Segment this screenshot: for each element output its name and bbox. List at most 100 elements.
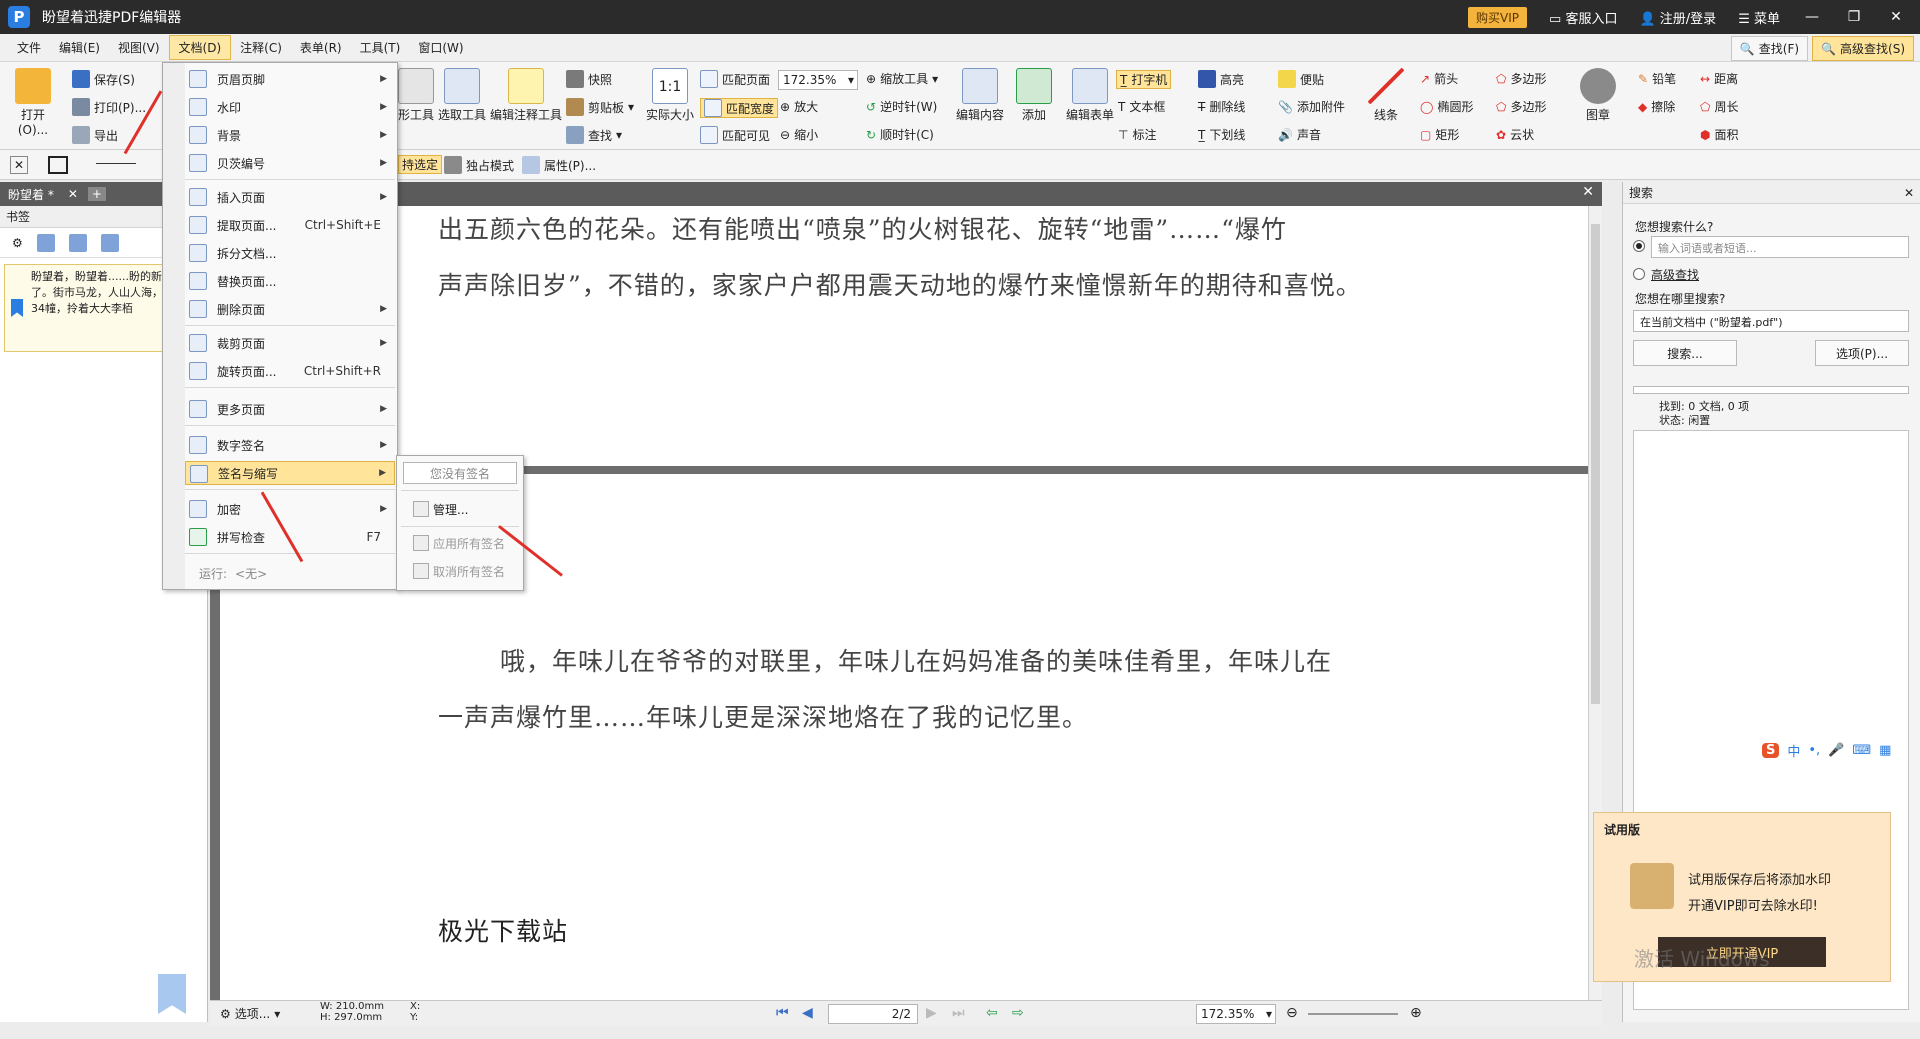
menu-item-encrypt[interactable]: 加密 ▶ [185,497,395,521]
menu-item-replace-page[interactable]: 替换页面... [185,269,395,293]
select-tool-button[interactable]: 选取工具 [436,68,488,123]
fit-page-button[interactable]: 匹配页面 [700,70,770,88]
line-button[interactable]: 线条 [1366,68,1406,123]
menu-view[interactable]: 视图(V) [109,36,169,59]
document-view[interactable]: ✕ 出五颜六色的花朵。还有能喷出“喷泉”的火树银花、旋转“地雷”……“爆竹 声声… [210,182,1602,1002]
forward-icon[interactable]: ⇨ [1012,1005,1024,1021]
menu-document[interactable]: 文档(D) [168,35,232,60]
fit-width-button[interactable]: 匹配宽度 [700,98,779,118]
search-scope-select[interactable]: 在当前文档中 ("盼望着.pdf") [1633,310,1909,332]
menu-item-extract-page[interactable]: 提取页面... Ctrl+Shift+E [185,213,395,237]
menu-item-watermark[interactable]: 水印 ▶ [185,95,395,119]
restore-icon[interactable]: ❐ [1844,9,1864,25]
add-button[interactable]: 添加 [1010,68,1058,123]
typewriter-button[interactable]: T̲ 打字机 [1116,70,1172,89]
ellipse-button[interactable]: ◯ 椭圆形 [1420,98,1473,115]
open-button[interactable]: 打开(O)... [8,68,58,137]
menu-item-digital-signature[interactable]: 数字签名 ▶ [185,433,395,457]
zoom-slider[interactable] [1308,1013,1398,1015]
submenu-item-manage[interactable]: 管理... [411,498,515,520]
back-icon[interactable]: ⇦ [986,1005,998,1021]
arrow-button[interactable]: ↗ 箭头 [1420,70,1458,87]
keyboard-icon[interactable]: ⌨ [1852,743,1871,758]
menu-button[interactable]: ☰ 菜单 [1738,8,1780,27]
search-button[interactable]: 搜索... [1633,340,1737,366]
page-number-input[interactable]: 2/2 [828,1004,918,1024]
menu-item-bates-numbering[interactable]: 贝茨编号 ▶ [185,151,395,175]
rotate-cw-button[interactable]: ↻ 顺时针(C) [866,126,934,143]
zoom-out-status-icon[interactable]: ⊖ [1286,1005,1298,1021]
line-style-icon[interactable] [96,163,136,164]
prev-page-icon[interactable]: ◀ [802,1005,813,1021]
first-page-icon[interactable]: ⏮ [776,1005,789,1021]
attach-button[interactable]: 📎 添加附件 [1278,98,1345,115]
underline-button[interactable]: T̲ 下划线 [1198,126,1245,143]
export-button[interactable]: 导出 [72,126,118,144]
advanced-find-button[interactable]: 🔍 高级查找(S) [1812,36,1914,61]
gear-icon[interactable]: ⚙ [12,236,23,250]
advanced-search-label[interactable]: 高级查找 [1651,266,1699,283]
cloud-button[interactable]: ✿ 云状 [1496,126,1534,143]
distance-button[interactable]: ↔ 距离 [1700,70,1738,87]
edit-annotation-tool-button[interactable]: 编辑注释工具 [490,68,562,123]
customer-service-button[interactable]: ▭ 客服入口 [1549,8,1617,27]
menu-form[interactable]: 表单(R) [291,36,351,59]
zoom-in-status-icon[interactable]: ⊕ [1410,1005,1422,1021]
close-x-icon[interactable]: ✕ [10,156,28,174]
punctuation-icon[interactable]: •, [1808,743,1820,758]
next-page-icon[interactable]: ▶ [926,1005,937,1021]
stamp-button[interactable]: 图章 [1576,68,1620,123]
polygon-button[interactable]: ⬠ 多边形 [1496,70,1546,87]
border-color-icon[interactable] [48,156,68,174]
properties-button[interactable]: 属性(P)... [522,156,596,174]
hand-tool-button[interactable]: 形工具 [396,68,436,123]
ribbon-find-button[interactable]: 查找 ▾ [566,126,622,144]
menu-item-split-document[interactable]: 拆分文档... [185,241,395,265]
zoom-out-button[interactable]: ⊖ 缩小 [780,126,818,143]
highlight-button[interactable]: 高亮 [1198,70,1244,88]
microphone-icon[interactable]: 🎤 [1828,743,1844,758]
zoom-select[interactable]: 172.35% ▾ [778,70,858,90]
note-button[interactable]: 便贴 [1278,70,1324,88]
eraser-button[interactable]: ◆ 擦除 [1638,98,1675,115]
ime-mode-label[interactable]: 中 [1787,741,1800,760]
menu-edit[interactable]: 编辑(E) [50,36,109,59]
ime-toolbar[interactable]: S 中 •, 🎤 ⌨ ▦ [1762,738,1891,762]
menu-item-delete-page[interactable]: 删除页面 ▶ [185,297,395,321]
menu-tools[interactable]: 工具(T) [351,36,410,59]
fit-visible-button[interactable]: 匹配可见 [700,126,770,144]
menu-comment[interactable]: 注释(C) [231,36,291,59]
menu-item-more-pages[interactable]: 更多页面 ▶ [185,397,395,421]
callout-button[interactable]: ⊤ 标注 [1118,126,1156,143]
search-input[interactable]: 输入词语或者短语... [1651,236,1909,258]
save-button[interactable]: 保存(S) [72,70,135,88]
menu-item-background[interactable]: 背景 ▶ [185,123,395,147]
print-button[interactable]: 打印(P)... [72,98,146,116]
area-button[interactable]: ⬢ 面积 [1700,126,1739,143]
new-bookmark-icon[interactable] [100,233,119,252]
options-button[interactable]: ⚙ 选项... ▾ [220,1005,280,1022]
menu-item-rotate-page[interactable]: 旋转页面... Ctrl+Shift+R [185,359,395,383]
close-icon[interactable]: ✕ [1886,9,1906,25]
zoom-tool-button[interactable]: ⊕ 缩放工具 ▾ [866,70,938,87]
strikeout-button[interactable]: T̶ 删除线 [1198,98,1245,115]
exclusive-mode-button[interactable]: 独占模式 [444,156,514,174]
menu-item-header-footer[interactable]: 页眉页脚 ▶ [185,67,395,91]
find-button[interactable]: 🔍 查找(F) [1730,36,1809,61]
last-page-icon[interactable]: ⏭ [952,1005,965,1021]
rect-button[interactable]: ▢ 矩形 [1420,126,1459,143]
new-tab-icon[interactable]: + [87,187,106,201]
textbox-button[interactable]: T 文本框 [1118,98,1165,115]
grid-icon[interactable]: ▦ [1879,743,1891,758]
buy-vip-button[interactable]: 购买VIP [1468,6,1528,28]
polyline-button[interactable]: ⬠ 多边形 [1496,98,1546,115]
scrollbar-thumb[interactable] [1591,224,1600,704]
menu-item-crop-page[interactable]: 裁剪页面 ▶ [185,331,395,355]
menu-file[interactable]: 文件 [8,36,50,59]
actual-size-button[interactable]: 1:1 实际大小 [646,68,694,123]
perimeter-button[interactable]: ⬠ 周长 [1700,98,1738,115]
rotate-ccw-button[interactable]: ↺ 逆时针(W) [866,98,937,115]
basic-search-radio[interactable] [1633,240,1645,252]
menu-window[interactable]: 窗口(W) [409,36,472,59]
pencil-button[interactable]: ✎ 铅笔 [1638,70,1676,87]
